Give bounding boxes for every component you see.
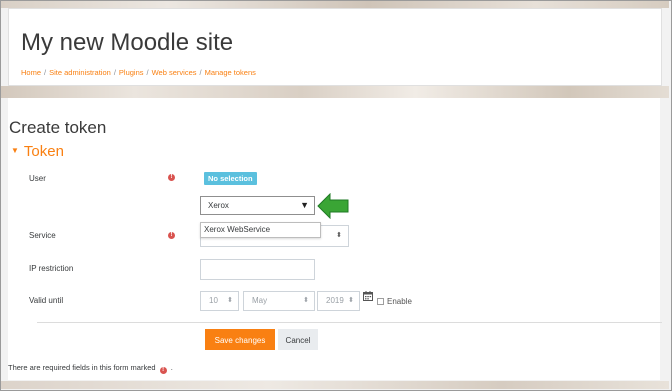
user-label: User: [29, 174, 46, 183]
banner-strip: [1, 86, 669, 98]
breadcrumb: Home / Site administration / Plugins / Web ser…: [21, 68, 256, 77]
user-select-value: Xerox: [208, 201, 229, 210]
enable-label[interactable]: Enable: [387, 297, 412, 306]
breadcrumb-site-administration[interactable]: Site administration: [49, 68, 111, 77]
calendar-icon[interactable]: [363, 291, 373, 301]
breadcrumb-web-services[interactable]: Web services: [152, 68, 197, 77]
select-arrows-icon: ⬍: [303, 297, 309, 304]
dropdown-option-xerox-webservice[interactable]: Xerox WebService: [204, 225, 270, 234]
day-select[interactable]: 10 ⬍: [200, 291, 239, 311]
required-note-end: .: [170, 363, 173, 372]
ip-restriction-label: IP restriction: [29, 264, 74, 273]
breadcrumb-home[interactable]: Home: [21, 68, 41, 77]
main-content: Create token ▼ Token User ! No selection …: [8, 98, 662, 380]
breadcrumb-plugins[interactable]: Plugins: [119, 68, 144, 77]
required-note-text: There are required fields in this form m…: [8, 363, 156, 372]
user-select[interactable]: Xerox ▼: [200, 196, 315, 215]
day-value: 10: [209, 296, 218, 305]
user-dropdown-list[interactable]: Xerox WebService: [200, 222, 321, 238]
caret-down-icon: ▼: [11, 146, 19, 155]
required-icon: !: [159, 367, 167, 374]
save-changes-button[interactable]: Save changes: [205, 329, 275, 350]
month-value: May: [252, 296, 268, 305]
year-value: 2019: [326, 296, 344, 305]
form-divider: [37, 322, 662, 323]
token-section-toggle[interactable]: ▼ Token: [11, 144, 64, 159]
no-selection-badge: No selection: [204, 172, 257, 185]
dropdown-triangle-icon: ▼: [300, 200, 309, 210]
site-title: My new Moodle site: [21, 29, 234, 56]
cancel-button[interactable]: Cancel: [278, 329, 318, 350]
green-arrow-icon: [317, 193, 349, 219]
page-heading: Create token: [9, 118, 107, 137]
ip-restriction-input[interactable]: [200, 259, 315, 280]
year-select[interactable]: 2019 ⬍: [317, 291, 360, 311]
required-icon: !: [168, 174, 175, 181]
section-title: Token: [23, 143, 64, 160]
select-arrows-icon: ⬍: [336, 232, 342, 239]
page-header: My new Moodle site Home / Site administrat…: [8, 8, 662, 86]
month-select[interactable]: May ⬍: [243, 291, 315, 311]
select-arrows-icon: ⬍: [348, 297, 354, 304]
enable-checkbox[interactable]: [377, 298, 384, 305]
valid-until-label: Valid until: [29, 296, 64, 305]
breadcrumb-manage-tokens[interactable]: Manage tokens: [205, 68, 256, 77]
required-fields-note: There are required fields in this form m…: [8, 363, 173, 374]
required-icon: !: [168, 232, 175, 239]
select-arrows-icon: ⬍: [227, 297, 233, 304]
service-label: Service: [29, 231, 56, 240]
top-banner-strip: [1, 1, 669, 8]
bottom-banner-strip: [1, 381, 669, 389]
